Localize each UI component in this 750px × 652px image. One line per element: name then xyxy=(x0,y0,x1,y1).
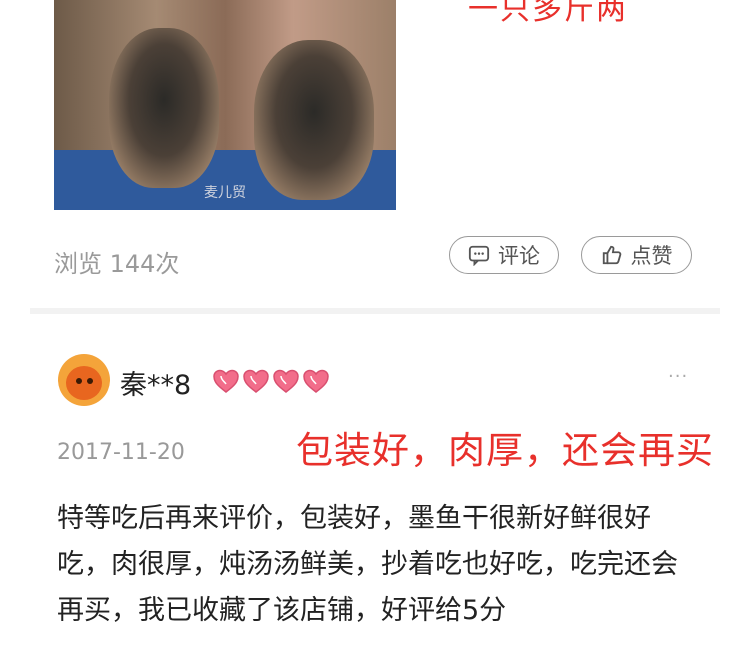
avatar-face xyxy=(66,366,102,400)
heart-icon xyxy=(303,369,329,393)
squid-shape xyxy=(109,28,219,188)
comment-icon xyxy=(468,245,490,266)
like-button[interactable]: 点赞 xyxy=(581,236,692,274)
avatar-eye xyxy=(76,378,82,384)
product-photo[interactable]: 麦儿贸 xyxy=(54,0,396,210)
photo-watermark: 麦儿贸 xyxy=(204,185,246,201)
overlay-caption: 包装好，肉厚，还会再买 xyxy=(296,429,714,472)
avatar[interactable] xyxy=(58,354,110,406)
squid-shape xyxy=(254,40,374,200)
review-text: 特等吃后再来评价，包装好，墨鱼干很新好鲜很好吃，肉很厚，炖汤汤鲜美，抄着吃也好吃… xyxy=(57,503,678,626)
section-divider xyxy=(30,308,720,314)
reviewer-name[interactable]: 秦**8 xyxy=(120,363,191,402)
heart-icon xyxy=(213,369,239,393)
member-level-hearts xyxy=(212,368,330,394)
like-label: 点赞 xyxy=(630,244,673,268)
avatar-eye xyxy=(87,378,93,384)
comment-label: 评论 xyxy=(498,244,540,268)
review-date: 2017-11-20 xyxy=(57,440,185,465)
comment-button[interactable]: 评论 xyxy=(449,236,559,274)
overlay-caption-top: 一只多斤两 xyxy=(468,0,628,27)
view-count: 浏览 144次 xyxy=(54,250,180,278)
heart-icon xyxy=(273,369,299,393)
heart-icon xyxy=(243,369,269,393)
more-options-button[interactable]: ··· xyxy=(668,366,688,387)
thumbs-up-icon xyxy=(602,245,621,265)
